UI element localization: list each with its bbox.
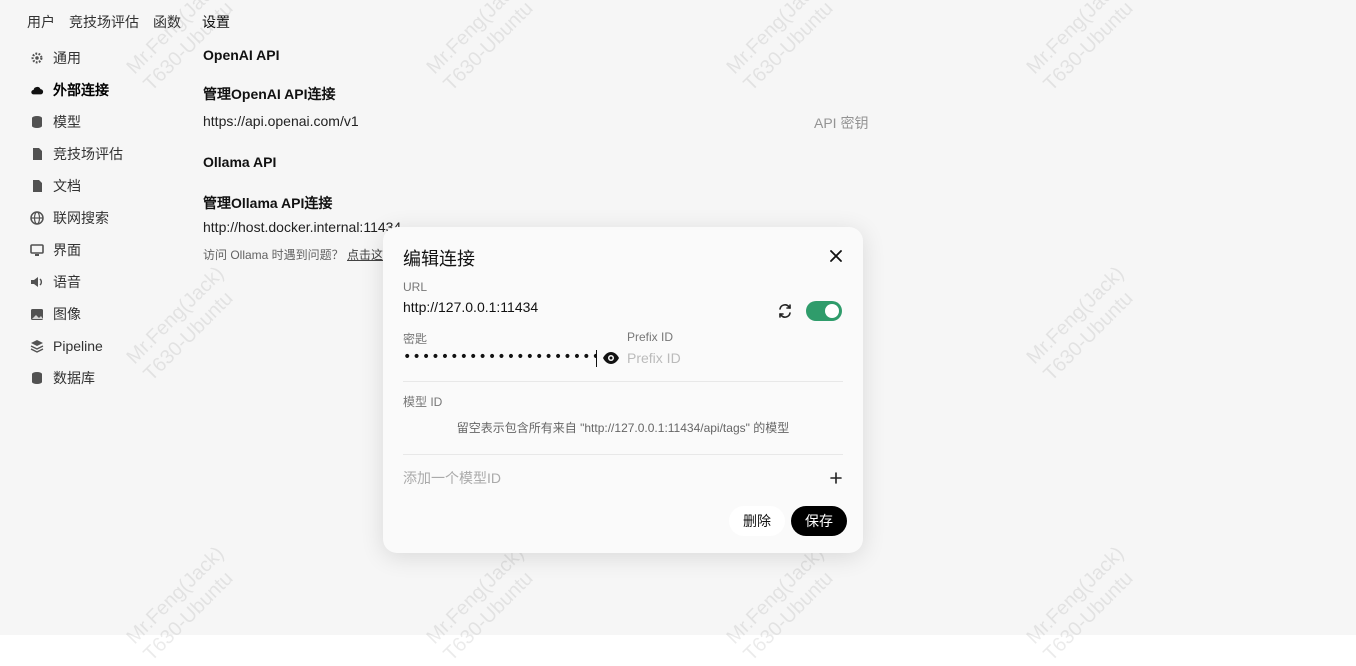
model-hint-text: 留空表示包含所有来自 "http://127.0.0.1:11434/api/t… [456,421,790,435]
edit-connection-modal: 编辑连接 URL 密匙 ••••••••••••••••••••••••••••… [383,227,863,553]
connection-toggle[interactable] [806,301,842,321]
toggle-knob [825,304,839,318]
modal-title: 编辑连接 [403,249,475,269]
url-input[interactable] [403,299,763,315]
divider [403,381,843,382]
close-button[interactable] [825,245,847,267]
url-label: URL [403,280,428,294]
eye-icon[interactable] [602,351,620,365]
prefix-id-input[interactable] [627,350,827,366]
plus-icon [830,472,842,484]
model-id-label: 模型 ID [403,395,443,409]
close-icon [830,250,842,262]
divider [403,454,843,455]
refresh-icon[interactable] [776,302,794,320]
text-caret [596,350,597,367]
api-key-input[interactable]: •••••••••••••••••••••••••••••••••••••••• [403,349,596,365]
prefix-label: Prefix ID [627,330,674,344]
key-label: 密匙 [403,332,428,346]
save-button[interactable]: 保存 [791,506,847,536]
add-model-id-input[interactable] [403,470,803,486]
add-model-button[interactable] [827,469,845,487]
delete-button[interactable]: 删除 [729,506,785,536]
